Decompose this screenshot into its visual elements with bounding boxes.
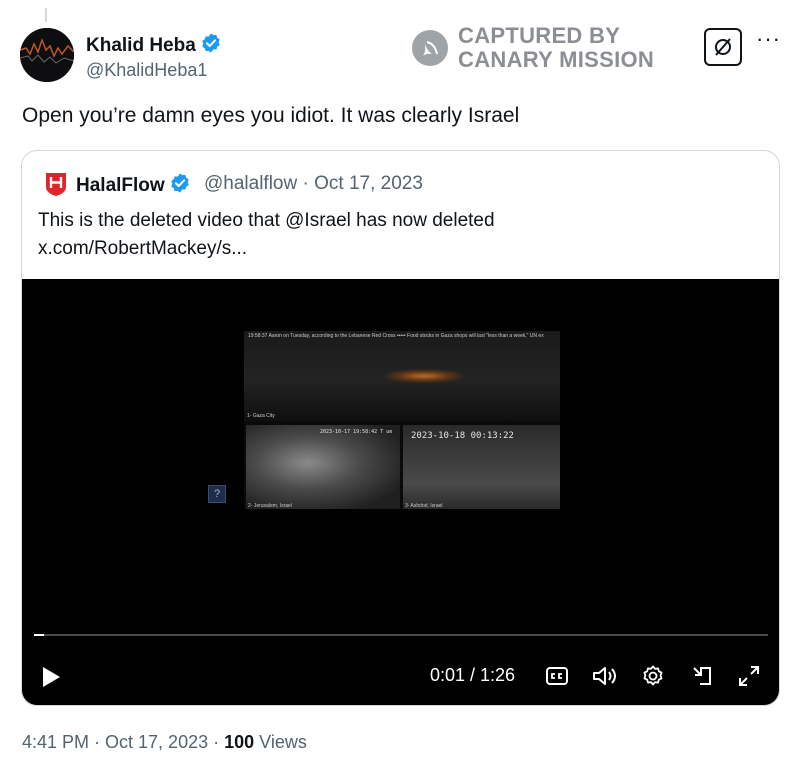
captions-button[interactable]: [544, 663, 570, 689]
grok-button[interactable]: [704, 28, 742, 66]
cam-label-2: 2- Jerusalem, Israel: [248, 503, 292, 509]
avatar[interactable]: [20, 28, 74, 82]
cam-feed-gaza: 19:58:37 Aaron on Tuesday, according to …: [244, 331, 560, 421]
quoted-text: This is the deleted video that @Israel h…: [38, 207, 495, 263]
watermark-line-1: CAPTURED BY: [458, 23, 621, 48]
cam-feed-jerusalem: 2023-10-17 19:58:42 T ue 2- Jerusalem, I…: [246, 425, 400, 509]
play-icon: [43, 667, 60, 687]
halalflow-avatar[interactable]: [44, 171, 68, 197]
expand-icon: [739, 666, 759, 686]
question-mark-icon: ?: [208, 485, 226, 503]
author-name-text[interactable]: Khalid Heba: [86, 35, 196, 56]
tweet-text: Open you’re damn eyes you idiot. It was …: [22, 104, 520, 127]
thread-line: [45, 8, 47, 22]
fullscreen-button[interactable]: [736, 663, 762, 689]
quoted-text-line-1: This is the deleted video that @Israel h…: [38, 210, 495, 231]
views-label: Views: [254, 732, 307, 752]
progress-bar[interactable]: [34, 634, 768, 636]
cam-label-3: 3- Ashdod, Israel: [405, 503, 443, 509]
verified-badge-icon: [200, 32, 222, 60]
quoted-link[interactable]: x.com/RobertMackey/s...: [38, 235, 495, 263]
cam-feed-ashdod: 2023-10-18 00:13:22 3- Ashdod, Israel: [403, 425, 560, 509]
halalflow-logo-icon: [46, 173, 66, 196]
video-time: 0:01 / 1:26: [430, 665, 516, 685]
timestamp-small: 2023-10-17 19:58:42 T ue: [320, 429, 393, 435]
captions-icon: [546, 667, 568, 685]
video-frame: 19:58:37 Aaron on Tuesday, according to …: [244, 331, 560, 509]
volume-icon: [593, 667, 616, 685]
quoted-tweet[interactable]: HalalFlow @halalflow · Oct 17, 2023 This…: [21, 150, 780, 706]
progress-fill: [34, 634, 44, 636]
cam-label-1: 1- Gaza City: [247, 413, 275, 419]
play-button[interactable]: [40, 665, 62, 694]
timestamp-large: 2023-10-18 00:13:22: [411, 431, 514, 441]
fire-glow: [384, 369, 464, 383]
grok-icon: [715, 38, 731, 56]
views-count: 100: [224, 732, 255, 752]
canary-mission-watermark: CAPTURED BY CANARY MISSION: [412, 24, 654, 72]
minimize-icon: [693, 667, 711, 685]
avatar-image: [20, 28, 74, 82]
video-player[interactable]: 19:58:37 Aaron on Tuesday, according to …: [22, 279, 779, 705]
verified-badge-icon: [169, 172, 191, 200]
gear-icon: [643, 665, 663, 686]
more-options-icon[interactable]: ···: [756, 28, 781, 50]
tweet-footer: 4:41 PM · Oct 17, 2023 · 100 Views: [22, 732, 307, 753]
timestamp[interactable]: 4:41 PM · Oct 17, 2023 ·: [22, 732, 224, 752]
quoted-meta[interactable]: @halalflow · Oct 17, 2023: [204, 173, 423, 195]
quoted-author[interactable]: HalalFlow: [76, 172, 191, 200]
picture-in-picture-button[interactable]: [690, 663, 716, 689]
settings-button[interactable]: [640, 663, 666, 689]
author-handle[interactable]: @KhalidHeba1: [86, 60, 207, 81]
news-ticker: 19:58:37 Aaron on Tuesday, according to …: [248, 333, 544, 339]
volume-button[interactable]: [592, 663, 618, 689]
watermark-line-2: CANARY MISSION: [458, 47, 655, 72]
author-name[interactable]: Khalid Heba: [86, 32, 222, 60]
canary-bird-icon: [412, 30, 448, 66]
quoted-author-name[interactable]: HalalFlow: [76, 175, 165, 196]
